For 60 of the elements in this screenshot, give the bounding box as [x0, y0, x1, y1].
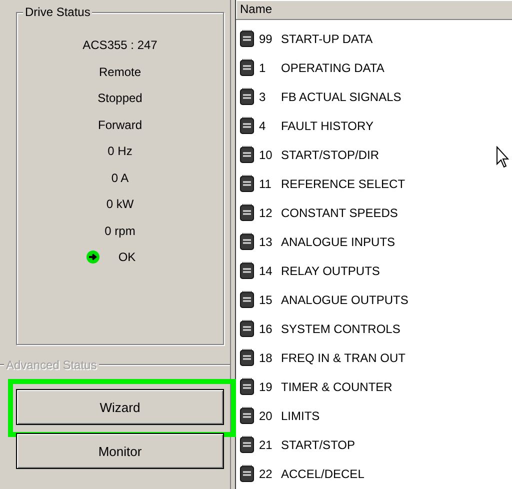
group-number[interactable]: 4	[259, 118, 277, 132]
group-name[interactable]: OPERATING DATA	[281, 60, 384, 74]
group-name[interactable]: FAULT HISTORY	[281, 118, 374, 132]
group-name[interactable]: SYSTEM CONTROLS	[281, 322, 400, 336]
group-number[interactable]: 10	[259, 148, 277, 162]
status-text: 0 kW	[106, 196, 134, 213]
notepad-icon	[240, 233, 254, 250]
notepad-icon	[240, 436, 254, 453]
notepad-icon	[240, 407, 254, 424]
action-button[interactable]: Wizard	[16, 389, 224, 425]
notepad-icon	[240, 59, 254, 76]
group-number[interactable]: 15	[259, 292, 277, 306]
notepad-icon	[240, 320, 254, 337]
group-name[interactable]: LIMITS	[281, 408, 320, 422]
status-text: OK	[118, 249, 136, 266]
status-text: ACS355 : 247	[82, 37, 158, 54]
group-name[interactable]: ANALOGUE INPUTS	[281, 234, 396, 248]
group-number[interactable]: 22	[259, 466, 277, 480]
group-number[interactable]: 20	[259, 408, 277, 422]
status-text: 0 A	[111, 170, 129, 186]
action-button[interactable]: Monitor	[16, 433, 224, 469]
notepad-icon	[240, 291, 254, 308]
group-name[interactable]: START-UP DATA	[281, 32, 373, 46]
group-name[interactable]: ACCEL/DECEL	[281, 466, 364, 480]
group-name[interactable]: START/STOP/DIR	[281, 148, 380, 162]
notepad-icon	[240, 465, 254, 482]
group-name[interactable]: REFERENCE SELECT	[281, 176, 406, 190]
group-number[interactable]: 18	[259, 350, 277, 364]
notepad-icon	[240, 378, 254, 395]
notepad-icon	[240, 117, 254, 134]
notepad-icon	[240, 30, 254, 47]
group-number[interactable]: 12	[259, 206, 277, 220]
group-name[interactable]: FREQ IN & TRAN OUT	[281, 350, 406, 364]
group-name[interactable]: CONSTANT SPEEDS	[281, 206, 398, 220]
notepad-icon	[240, 262, 254, 279]
column-header[interactable]: Name	[236, 0, 512, 20]
status-text: 0 rpm	[104, 222, 136, 240]
notepad-icon	[240, 146, 254, 163]
group-number[interactable]: 1	[259, 60, 277, 74]
status-text: Stopped	[98, 90, 142, 107]
group-name[interactable]: FB ACTUAL SIGNALS	[281, 90, 402, 104]
group-number[interactable]: 13	[259, 234, 277, 248]
group-number[interactable]: 16	[259, 322, 277, 336]
group-number[interactable]: 99	[259, 32, 277, 46]
group-number[interactable]: 14	[259, 264, 277, 278]
notepad-icon	[240, 349, 254, 366]
notepad-icon	[240, 88, 254, 105]
group-number[interactable]: 3	[259, 90, 277, 104]
status-text: 0 Hz	[108, 143, 132, 160]
notepad-icon	[240, 204, 254, 221]
group-number[interactable]: 19	[259, 380, 277, 394]
group-name[interactable]: TIMER & COUNTER	[281, 380, 392, 394]
group-name[interactable]: START/STOP	[281, 438, 356, 452]
group-number[interactable]: 11	[259, 176, 277, 190]
group-name[interactable]: ANALOGUE OUTPUTS	[281, 292, 408, 306]
group-name[interactable]: RELAY OUTPUTS	[281, 264, 380, 278]
notepad-icon	[240, 175, 254, 192]
status-text: Forward	[98, 116, 142, 134]
status-text: Remote	[98, 64, 142, 80]
group-number[interactable]: 21	[259, 438, 277, 452]
